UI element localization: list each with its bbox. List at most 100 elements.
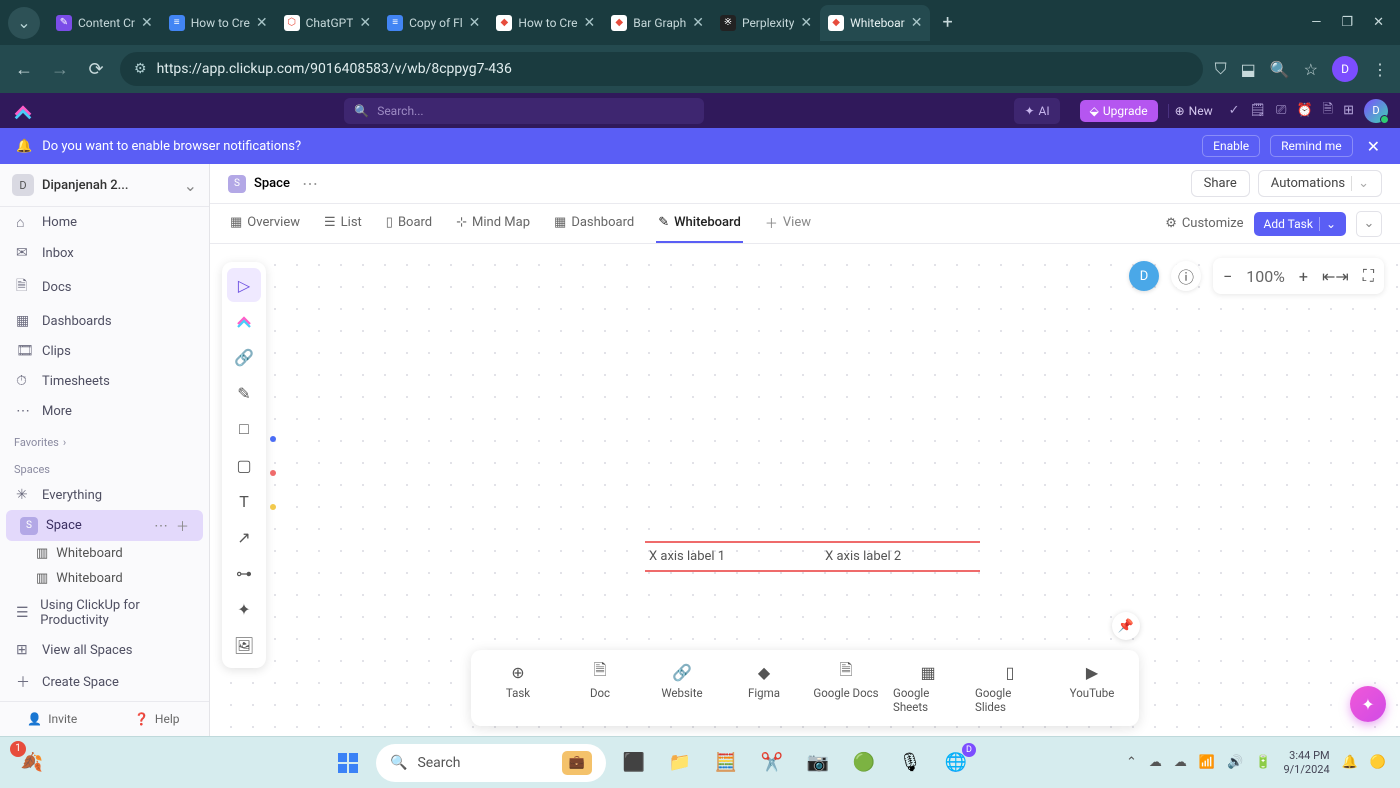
collaborator-avatar[interactable]: D	[1129, 261, 1159, 291]
ai-button[interactable]: ✦ AI	[1014, 98, 1059, 124]
upgrade-button[interactable]: ⬙ Upgrade	[1080, 100, 1158, 122]
notifications-icon[interactable]: 🔔	[1342, 755, 1358, 770]
x-label-2[interactable]: X axis label 2	[825, 549, 901, 564]
sidebar-whiteboard-item[interactable]: ▥Whiteboard	[0, 566, 209, 591]
fit-width-button[interactable]: ⇤⇥	[1322, 267, 1349, 286]
reload-button[interactable]: ⟳	[84, 59, 108, 80]
view-tab-list[interactable]: ☰List	[322, 204, 364, 243]
share-button[interactable]: Share	[1191, 170, 1250, 197]
weather-tray-icon[interactable]: ☁	[1174, 755, 1187, 770]
taskbar-weather-icon[interactable]: 🍂	[14, 745, 50, 781]
browser-tab[interactable]: ※Perplexity✕	[712, 5, 820, 41]
ai-tool[interactable]: ✦	[227, 592, 261, 626]
tab-close-icon[interactable]: ✕	[911, 15, 923, 31]
browser-tab[interactable]: ◆Bar Graph✕	[603, 5, 712, 41]
browser-menu-icon[interactable]: ⋮	[1372, 60, 1388, 79]
tray-chevron-icon[interactable]: ⌃	[1126, 755, 1137, 770]
tab-close-icon[interactable]: ✕	[469, 15, 481, 31]
pin-dock-button[interactable]: 📌	[1112, 612, 1140, 640]
user-avatar[interactable]: D	[1364, 99, 1388, 123]
diagram-tool[interactable]: ⊶	[227, 556, 261, 590]
browser-tab[interactable]: ◆How to Cre✕	[488, 5, 603, 41]
workspace-selector[interactable]: D Dipanjenah 2... ⌄	[0, 164, 209, 207]
invite-button[interactable]: 👤Invite	[0, 702, 105, 736]
zoom-icon[interactable]: 🔍	[1270, 60, 1290, 79]
sidebar-item-home[interactable]: ⌂Home	[0, 207, 209, 238]
window-minimize-icon[interactable]: —	[1311, 15, 1321, 30]
copilot-icon[interactable]: 🟡	[1370, 755, 1386, 770]
window-close-icon[interactable]: ✕	[1373, 15, 1384, 30]
record-icon[interactable]: ⎚	[1276, 103, 1286, 118]
remind-button[interactable]: Remind me	[1270, 135, 1352, 157]
add-task-button[interactable]: Add Task⌄	[1254, 212, 1346, 236]
x-label-1[interactable]: X axis label 1	[649, 549, 725, 564]
automations-button[interactable]: Automations⌄	[1258, 170, 1382, 197]
browser-tab[interactable]: ≡How to Cre✕	[161, 5, 276, 41]
zoom-in-button[interactable]: +	[1299, 267, 1308, 286]
space-add-icon[interactable]: ＋	[176, 516, 189, 535]
doc-icon[interactable]: 🗎	[1323, 100, 1333, 122]
axis-line[interactable]	[645, 570, 980, 572]
favorites-section[interactable]: Favorites ›	[0, 426, 209, 453]
new-tab-button[interactable]: +	[930, 12, 964, 33]
notification-close-icon[interactable]: ✕	[1363, 137, 1384, 156]
dock-google-docs[interactable]: 🗎Google Docs	[807, 656, 885, 720]
pen-tool[interactable]: ✎	[227, 376, 261, 410]
sidebar-space[interactable]: S Space ⋯ ＋	[6, 510, 203, 541]
notepad-icon[interactable]: 🗒	[1250, 103, 1267, 118]
sidebar-shared-doc[interactable]: ☰ Using ClickUp for Productivity	[0, 591, 209, 635]
sidebar-item-docs[interactable]: 🗎Docs	[0, 268, 209, 306]
window-maximize-icon[interactable]: ❐	[1341, 15, 1353, 30]
chrome-icon[interactable]: 🌐D	[938, 745, 974, 781]
sidebar-item-inbox[interactable]: ✉Inbox	[0, 238, 209, 268]
sidebar-whiteboard-item[interactable]: ▥Whiteboard	[0, 541, 209, 566]
breadcrumb-menu-icon[interactable]: ⋯	[302, 174, 318, 193]
customize-button[interactable]: ⚙Customize	[1165, 216, 1243, 231]
breadcrumb-name[interactable]: Space	[254, 176, 290, 191]
view-tab-view[interactable]: ＋View	[763, 204, 813, 243]
sidebar-create-space[interactable]: ＋ Create Space	[0, 665, 209, 699]
dock-google-slides[interactable]: ▯Google Slides	[971, 656, 1049, 720]
tab-close-icon[interactable]: ✕	[359, 15, 371, 31]
sidebar-item-clips[interactable]: 🎞Clips	[0, 336, 209, 366]
select-tool[interactable]: ▷	[227, 268, 261, 302]
battery-icon[interactable]: 🔋	[1255, 755, 1271, 770]
dock-youtube[interactable]: ▶YouTube	[1053, 656, 1131, 720]
snip-icon[interactable]: ✂️	[754, 745, 790, 781]
dock-google-sheets[interactable]: ▦Google Sheets	[889, 656, 967, 720]
image-tool[interactable]: 🖼	[227, 628, 261, 662]
new-button[interactable]: ⊕ New	[1168, 104, 1219, 118]
dock-task[interactable]: ⊕Task	[479, 656, 557, 720]
check-icon[interactable]: ✓	[1229, 103, 1240, 118]
back-button[interactable]: ←	[12, 59, 36, 80]
link-tool[interactable]: 🔗	[227, 340, 261, 374]
tab-close-icon[interactable]: ✕	[141, 15, 153, 31]
browser-tab[interactable]: ◆Whiteboar✕	[820, 5, 930, 41]
sidebar-everything[interactable]: ✳ Everything	[0, 480, 209, 510]
mic-icon[interactable]: 🎙	[892, 745, 928, 781]
dock-website[interactable]: 🔗Website	[643, 656, 721, 720]
camera-icon[interactable]: 📷	[800, 745, 836, 781]
ai-fab-button[interactable]: ✦	[1350, 686, 1386, 722]
connector-tool[interactable]: ↗	[227, 520, 261, 554]
onedrive-icon[interactable]: ☁	[1149, 755, 1162, 770]
forward-button[interactable]: →	[48, 59, 72, 80]
dock-doc[interactable]: 🗎Doc	[561, 656, 639, 720]
calculator-icon[interactable]: 🧮	[708, 745, 744, 781]
sidebar-item-timesheets[interactable]: ⏱Timesheets	[0, 366, 209, 396]
tracking-icon[interactable]: ⛉	[1215, 59, 1227, 79]
view-tab-board[interactable]: ▯Board	[384, 204, 434, 243]
sidebar-item-dashboards[interactable]: ▦Dashboards	[0, 306, 209, 336]
task-view-icon[interactable]: ⬛	[616, 745, 652, 781]
help-button[interactable]: ❓Help	[105, 702, 210, 736]
view-options-button[interactable]: ⌄	[1356, 211, 1382, 237]
browser-tab[interactable]: ✎Content Cr✕	[48, 5, 161, 41]
view-tab-overview[interactable]: ▦Overview	[228, 204, 302, 243]
browser-tab[interactable]: ⬡ChatGPT✕	[276, 5, 380, 41]
clickup-logo-icon[interactable]	[12, 100, 34, 122]
view-tab-whiteboard[interactable]: ✎Whiteboard	[656, 204, 743, 243]
tab-close-icon[interactable]: ✕	[692, 15, 704, 31]
volume-icon[interactable]: 🔊	[1227, 755, 1243, 770]
tab-overview-button[interactable]: ⌄	[8, 7, 40, 39]
taskbar-search[interactable]: 🔍 Search 💼	[376, 744, 606, 782]
